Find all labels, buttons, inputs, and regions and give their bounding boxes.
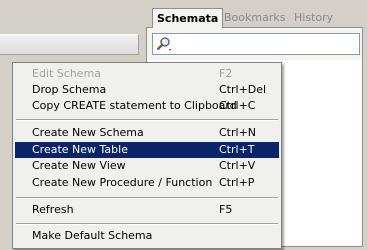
menu-item-label: Copy CREATE statement to Clipboard xyxy=(32,99,237,112)
menu-item-shortcut: F2 xyxy=(219,67,233,80)
menu-item-label: Edit Schema xyxy=(32,67,102,80)
menu-item-label: Refresh xyxy=(32,203,74,216)
schema-search-input[interactable] xyxy=(175,36,355,50)
tab-bookmarks[interactable]: Bookmarks xyxy=(220,10,289,26)
menu-item-shortcut: Ctrl+T xyxy=(219,143,255,156)
menu-item-label: Create New Schema xyxy=(32,126,144,139)
menu-item-label: Make Default Schema xyxy=(32,229,153,242)
schema-context-menu: Edit Schema F2 Drop Schema Ctrl+Del Copy… xyxy=(12,62,282,249)
menu-item-label: Drop Schema xyxy=(32,83,107,96)
menu-item-create-new-procedure[interactable]: Create New Procedure / Function Ctrl+P xyxy=(15,175,279,191)
menu-item-shortcut: Ctrl+V xyxy=(219,159,256,172)
menu-item-label: Create New View xyxy=(32,159,126,172)
menu-item-shortcut: Ctrl+Del xyxy=(219,83,267,96)
menu-separator xyxy=(16,223,278,225)
menu-item-label: Create New Procedure / Function xyxy=(32,176,213,189)
menu-item-shortcut: Ctrl+C xyxy=(219,99,256,112)
menu-item-edit-schema[interactable]: Edit Schema F2 xyxy=(15,66,279,82)
menu-item-make-default-schema[interactable]: Make Default Schema xyxy=(15,228,279,244)
tab-schemata[interactable]: Schemata xyxy=(152,8,224,28)
menu-separator xyxy=(16,119,278,121)
left-panel-background xyxy=(0,0,140,30)
magnifier-icon xyxy=(156,36,172,52)
menu-item-shortcut: Ctrl+N xyxy=(219,126,257,139)
left-panel-header xyxy=(0,34,139,55)
schema-search-box[interactable] xyxy=(152,33,360,55)
sidebar-tabs: Schemata Bookmarks History xyxy=(148,8,363,28)
menu-item-create-new-table[interactable]: Create New Table Ctrl+T xyxy=(15,142,279,158)
menu-item-shortcut: Ctrl+P xyxy=(219,176,255,189)
menu-item-drop-schema[interactable]: Drop Schema Ctrl+Del xyxy=(15,82,279,98)
menu-item-create-new-view[interactable]: Create New View Ctrl+V xyxy=(15,158,279,174)
menu-item-create-new-schema[interactable]: Create New Schema Ctrl+N xyxy=(15,125,279,141)
menu-item-label: Create New Table xyxy=(32,143,128,156)
menu-separator xyxy=(16,197,278,199)
menu-item-shortcut: F5 xyxy=(219,203,233,216)
tab-history[interactable]: History xyxy=(290,10,337,26)
menu-item-refresh[interactable]: Refresh F5 xyxy=(15,202,279,218)
menu-item-copy-create-statement[interactable]: Copy CREATE statement to Clipboard Ctrl+… xyxy=(15,98,279,114)
